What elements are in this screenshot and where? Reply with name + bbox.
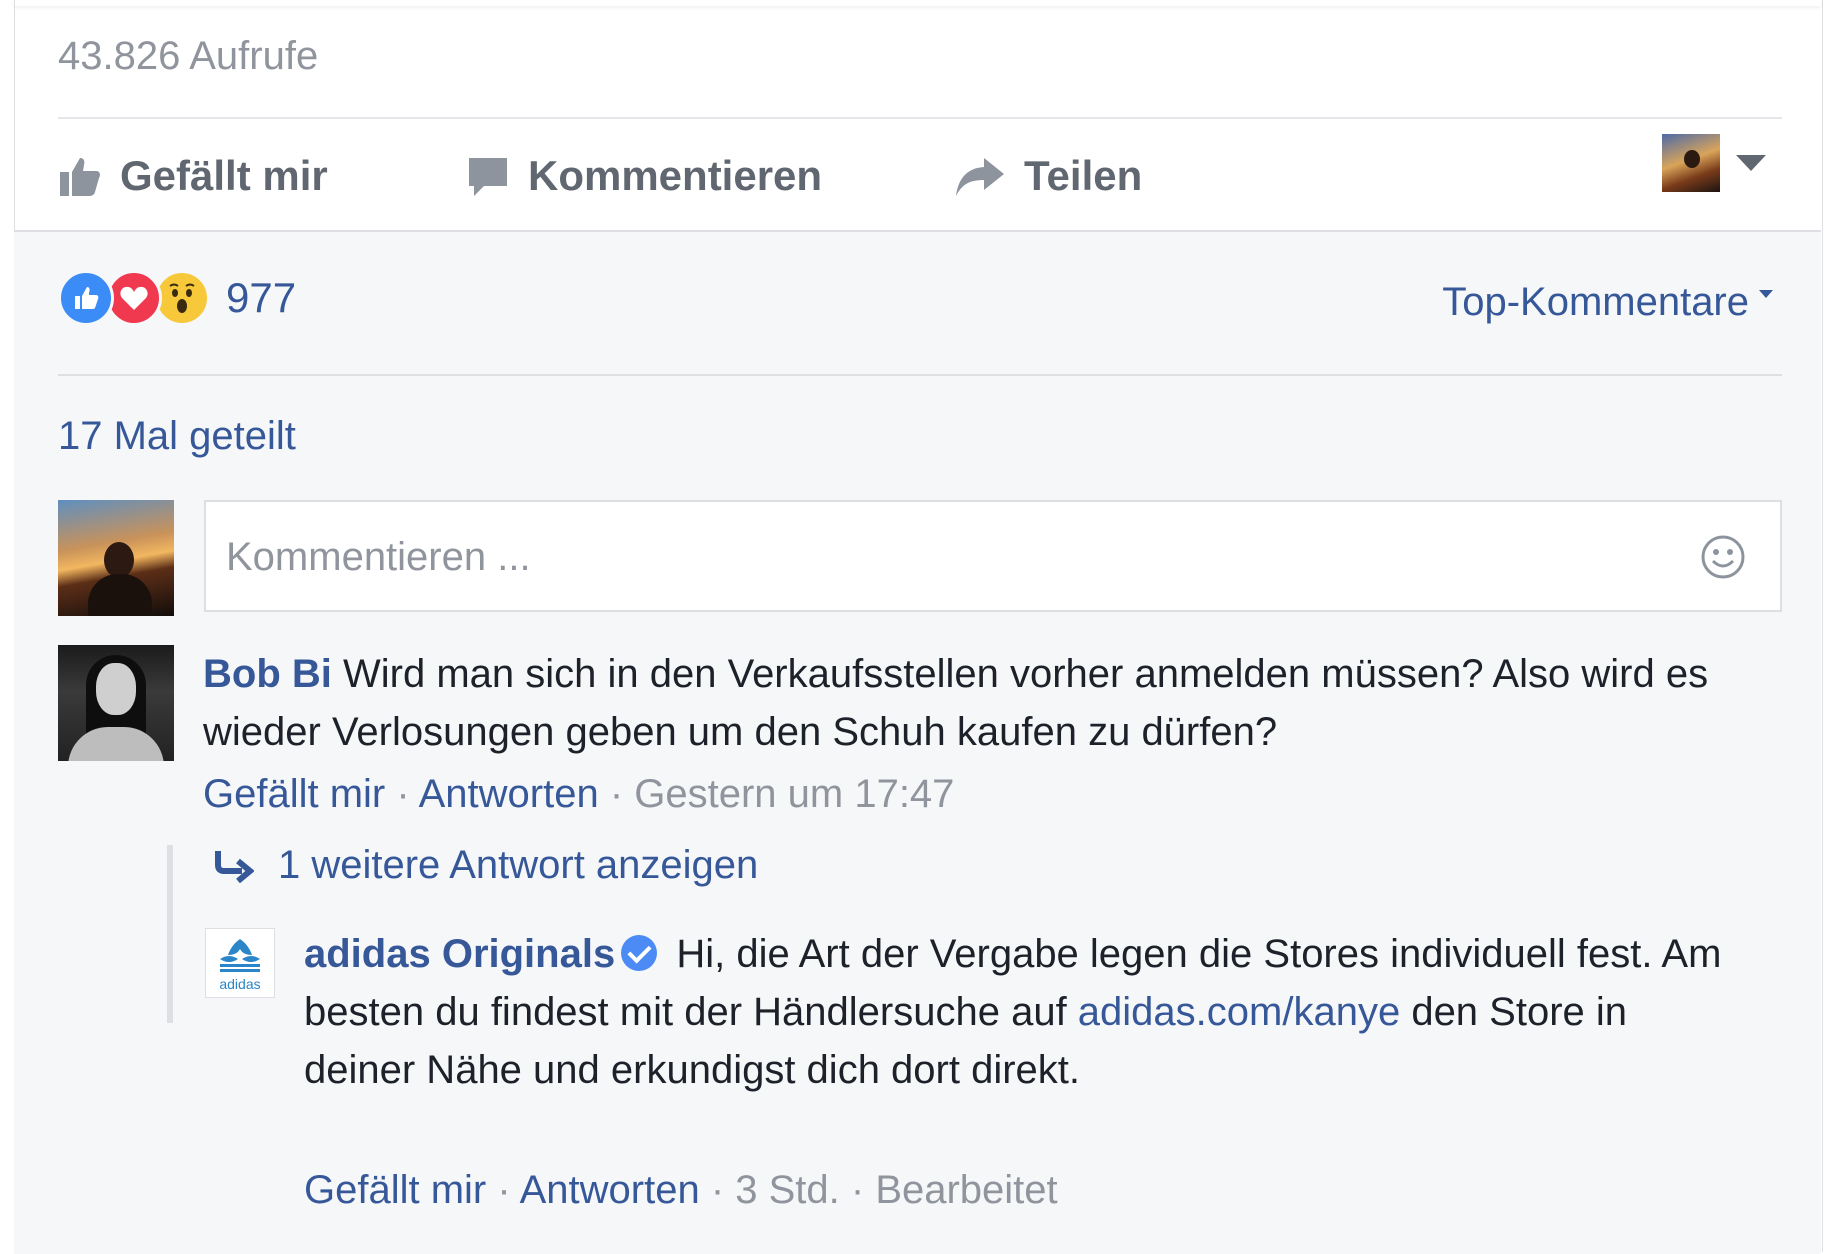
share-button-label: Teilen bbox=[1024, 152, 1143, 199]
like-button[interactable]: Gefällt mir bbox=[58, 148, 328, 204]
reply-timestamp[interactable]: 3 Std. bbox=[735, 1168, 840, 1212]
reply-reply-link[interactable]: Antworten bbox=[520, 1168, 700, 1212]
comment-body: Bob Bi Wird man sich in den Verkaufsstel… bbox=[203, 645, 1763, 761]
action-bar: Gefällt mir Kommentieren Teilen bbox=[0, 118, 1834, 230]
emoji-icon[interactable] bbox=[1700, 534, 1746, 580]
reply-author[interactable]: adidas Originals bbox=[304, 932, 615, 976]
comment-meta: Gefällt mir · Antworten · Gestern um 17:… bbox=[203, 772, 954, 817]
like-reaction-icon bbox=[58, 270, 114, 326]
comment-timestamp[interactable]: Gestern um 17:47 bbox=[634, 772, 954, 816]
speech-bubble-icon bbox=[469, 158, 507, 196]
meta-separator: · bbox=[598, 772, 635, 816]
meta-separator: · bbox=[699, 1168, 736, 1212]
reply-edited-label[interactable]: Bearbeitet bbox=[875, 1168, 1057, 1212]
show-more-replies-link[interactable]: 1 weitere Antwort anzeigen bbox=[212, 843, 758, 888]
post-top-edge bbox=[14, 0, 1821, 6]
comment-reply-link[interactable]: Antworten bbox=[419, 772, 599, 816]
reply-meta: Gefällt mir · Antworten · 3 Std. · Bearb… bbox=[304, 1168, 1058, 1213]
reactions-summary[interactable]: 977 bbox=[58, 270, 296, 326]
caret-down-icon bbox=[1759, 290, 1773, 298]
comment-button[interactable]: Kommentieren bbox=[466, 148, 822, 204]
comment-composer bbox=[204, 500, 1782, 612]
comment-sort-label: Top-Kommentare bbox=[1442, 280, 1749, 324]
commenter-avatar[interactable] bbox=[58, 645, 174, 761]
like-button-label: Gefällt mir bbox=[120, 152, 328, 199]
show-more-replies-label: 1 weitere Antwort anzeigen bbox=[278, 843, 759, 887]
share-count[interactable]: 17 Mal geteilt bbox=[58, 414, 296, 459]
view-count: 43.826 Aufrufe bbox=[58, 34, 319, 78]
divider bbox=[58, 374, 1782, 376]
share-arrow-icon bbox=[956, 158, 1004, 196]
wow-reaction-icon bbox=[154, 270, 210, 326]
meta-separator: · bbox=[839, 1168, 876, 1212]
reply-like-link[interactable]: Gefällt mir bbox=[304, 1168, 486, 1212]
reply-thread-line bbox=[167, 845, 173, 1023]
chevron-down-icon bbox=[1736, 155, 1766, 171]
reply-body: adidas Originals Hi, die Art der Vergabe… bbox=[304, 925, 1744, 1099]
post-as-selector[interactable] bbox=[1662, 134, 1766, 192]
current-user-avatar[interactable] bbox=[58, 500, 174, 616]
reply-inline-link[interactable]: adidas.com/kanye bbox=[1078, 990, 1400, 1034]
adidas-logo[interactable]: adidas bbox=[205, 928, 275, 998]
comment-input[interactable] bbox=[224, 524, 1628, 590]
comment-text: Wird man sich in den Verkaufsstellen vor… bbox=[203, 652, 1709, 754]
comment-author[interactable]: Bob Bi bbox=[203, 652, 332, 696]
avatar bbox=[1662, 134, 1720, 192]
love-reaction-icon bbox=[106, 270, 162, 326]
comment-like-link[interactable]: Gefällt mir bbox=[203, 772, 385, 816]
verified-badge-icon bbox=[621, 935, 658, 971]
thumbs-up-icon bbox=[60, 158, 100, 196]
adidas-logo-text: adidas bbox=[219, 976, 260, 992]
reaction-count[interactable]: 977 bbox=[226, 274, 296, 322]
comment-button-label: Kommentieren bbox=[528, 152, 823, 199]
meta-separator: · bbox=[486, 1168, 520, 1212]
reply-arrow-icon bbox=[215, 850, 254, 883]
comment-sort-dropdown[interactable]: Top-Kommentare bbox=[1442, 280, 1773, 325]
meta-separator: · bbox=[385, 772, 419, 816]
share-button[interactable]: Teilen bbox=[954, 148, 1142, 204]
